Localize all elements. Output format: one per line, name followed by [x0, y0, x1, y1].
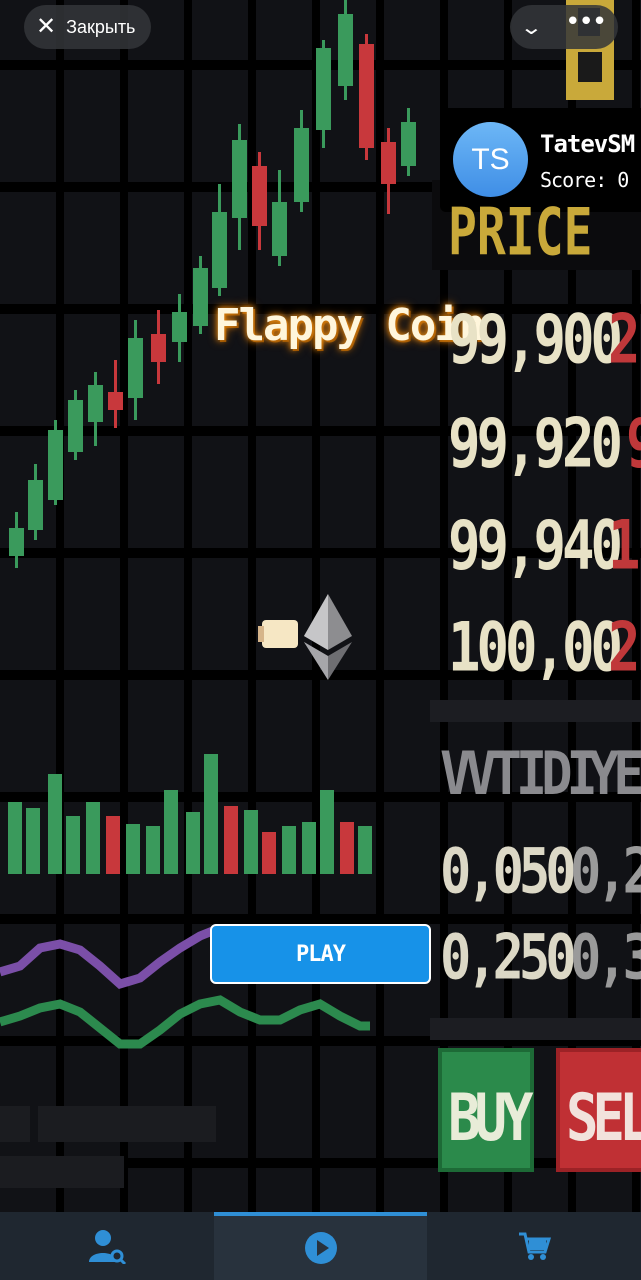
chevron-down-icon[interactable]: ⌄ [519, 15, 542, 39]
window-menu[interactable]: ⌄ ••• [510, 5, 618, 49]
panel-bar [0, 1156, 124, 1188]
price-side-value: 9 [626, 404, 641, 483]
tab-shop[interactable] [427, 1212, 640, 1280]
buy-label: BUY [448, 1080, 534, 1156]
candle [338, 14, 353, 86]
volume-bar [126, 824, 140, 874]
candle [151, 334, 166, 362]
candle [9, 528, 24, 556]
candle [401, 122, 416, 166]
price-value: 99,940 [448, 506, 623, 585]
volume-header-right: YEI [588, 740, 641, 809]
tab-profile[interactable] [0, 1212, 213, 1280]
tab-play[interactable] [214, 1212, 427, 1280]
volume-bar [244, 810, 258, 874]
game-title: Flappy Coin [214, 300, 485, 351]
price-side-value: 24 [608, 300, 641, 379]
candle [48, 430, 63, 500]
volume-bar [224, 806, 238, 874]
player-score: Score: 0 [540, 168, 629, 192]
volume-value: 0,050 [440, 836, 577, 908]
candle [172, 312, 187, 342]
volume-bar [164, 790, 178, 874]
price-side-value: 15 [608, 506, 641, 585]
candle [68, 400, 83, 452]
price-value: 100,00 [448, 608, 623, 687]
panel-bar [38, 1106, 216, 1142]
volume-bar [86, 802, 100, 874]
play-button[interactable]: PLAY [210, 924, 431, 984]
panel-bar [0, 1106, 30, 1142]
volume-bar [262, 832, 276, 874]
indicator-line-green [0, 995, 370, 1049]
volume-bar [358, 826, 372, 874]
candle [294, 128, 309, 202]
candle [28, 480, 43, 530]
candle [381, 142, 396, 184]
volume-bar [26, 808, 40, 874]
volume-bar [66, 816, 80, 874]
price-side-value: 20 [608, 608, 641, 687]
candle [272, 202, 287, 256]
price-value: 99,900 [448, 300, 623, 379]
indicator-line-purple [0, 925, 217, 990]
player-name: TatevSM [540, 130, 635, 158]
candle [212, 212, 227, 288]
game-screen[interactable]: ✕ Закрыть ⌄ ••• TS TatevSM Score: 0 Flap… [0, 0, 641, 1280]
price-header: PRICE [448, 195, 593, 271]
volume-header: VVTIDI [440, 740, 598, 809]
sell-label: SELL [566, 1080, 641, 1156]
candle [88, 385, 103, 422]
volume-bar [146, 826, 160, 874]
volume-bar [8, 802, 22, 874]
volume-bar [320, 790, 334, 874]
candle [316, 48, 331, 130]
volume-side-value: 0,25 [570, 836, 641, 908]
candle [108, 392, 123, 410]
avatar: TS [453, 122, 528, 197]
candle [232, 140, 247, 218]
price-value: 99,920 [448, 404, 623, 483]
volume-side-value: 0,30 [570, 922, 641, 994]
bottom-nav [0, 1212, 641, 1280]
candle [359, 44, 374, 148]
user-search-icon [88, 1230, 126, 1264]
candle [252, 166, 267, 226]
cart-icon [518, 1232, 551, 1260]
volume-bar [204, 754, 218, 874]
volume-bar [282, 826, 296, 874]
volume-bar [302, 822, 316, 874]
volume-bar [48, 774, 62, 874]
candle [128, 338, 143, 398]
close-icon: ✕ [36, 13, 57, 40]
more-dots-icon[interactable]: ••• [565, 9, 607, 35]
close-label: Закрыть [66, 16, 136, 37]
ethereum-coin-player [258, 594, 352, 680]
volume-value: 0,250 [440, 922, 577, 994]
volume-bar [106, 816, 120, 874]
volume-bar [340, 822, 354, 874]
volume-bar [186, 812, 200, 874]
candle [193, 268, 208, 326]
play-icon [304, 1232, 337, 1264]
close-button[interactable]: ✕ Закрыть [24, 5, 152, 49]
